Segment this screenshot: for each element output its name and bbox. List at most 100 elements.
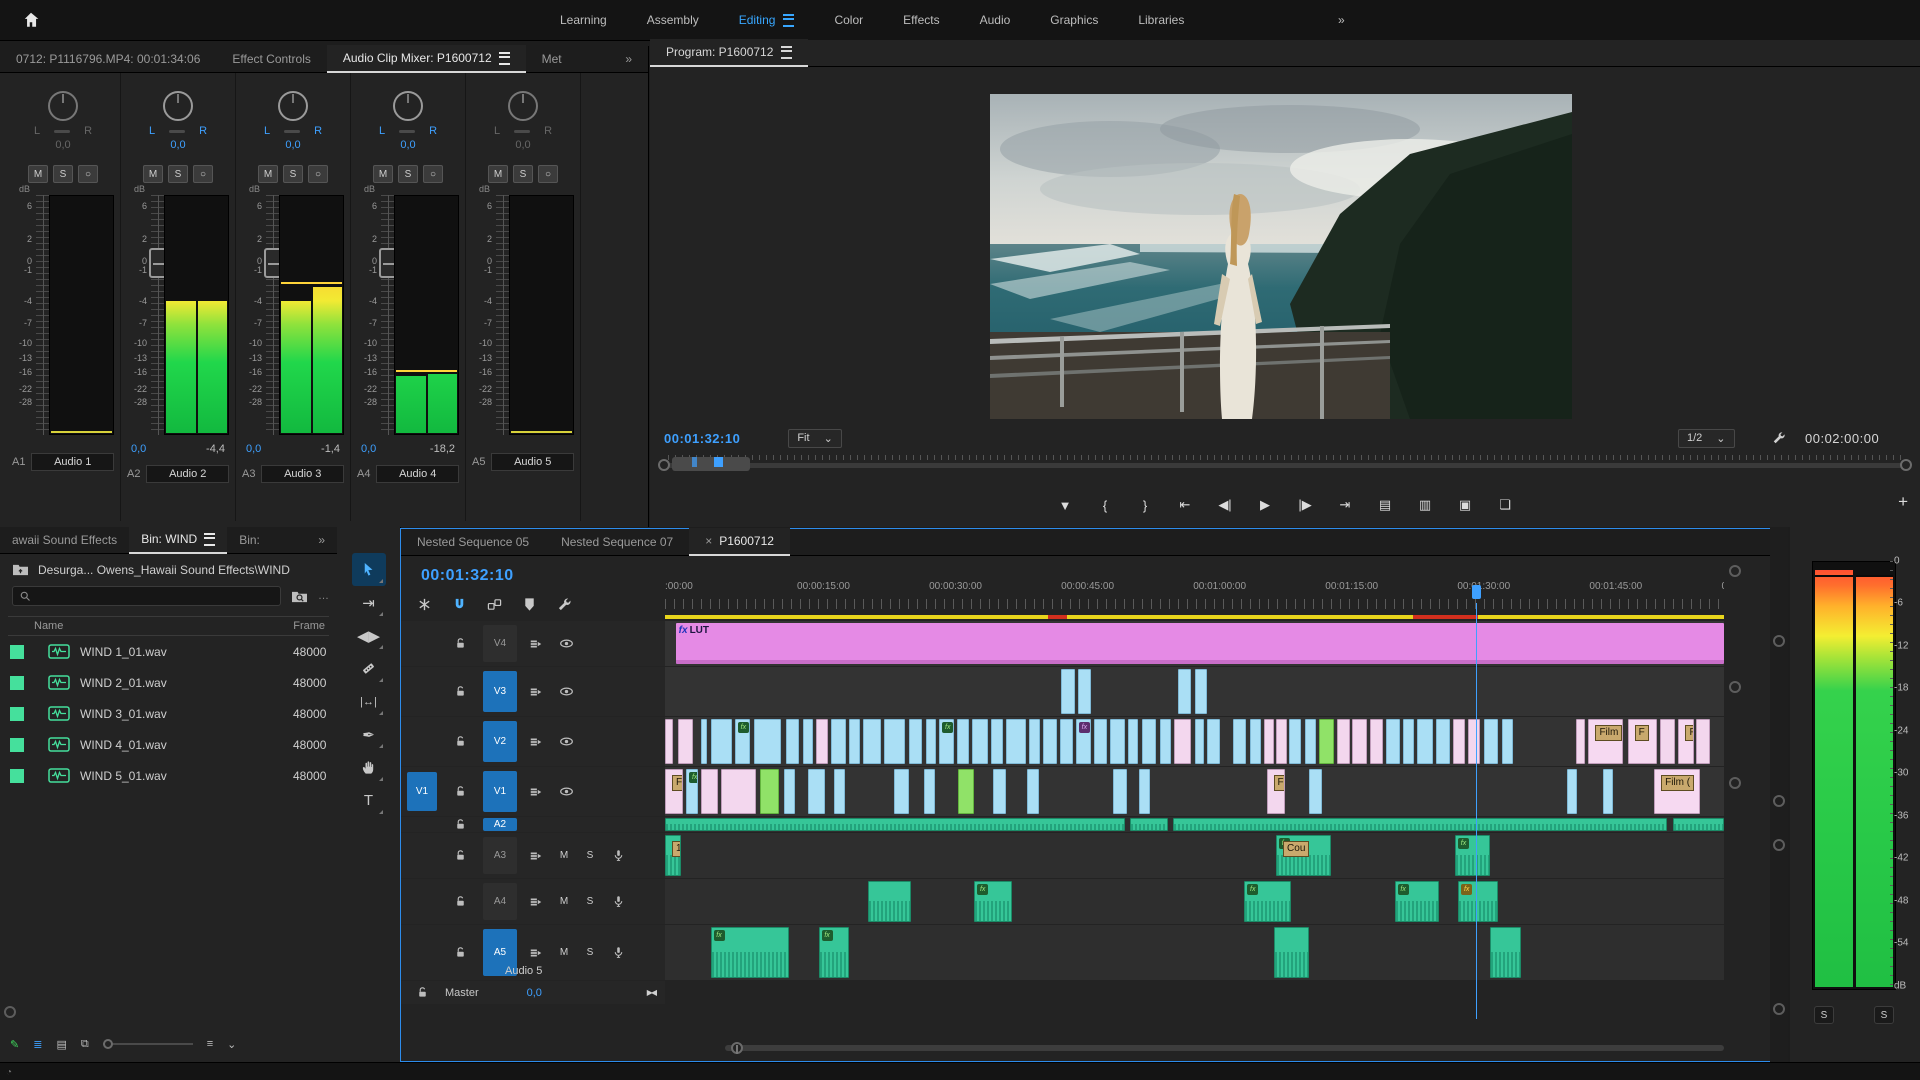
label-color-chip[interactable] <box>10 737 24 752</box>
timeline-clip[interactable] <box>1673 818 1724 831</box>
label-color-chip[interactable] <box>10 706 24 721</box>
write-keyframes-button[interactable]: ○ <box>423 165 443 183</box>
vscroll-knob[interactable] <box>1773 795 1785 807</box>
timeline-clip[interactable]: fx <box>939 719 955 764</box>
timeline-clip[interactable] <box>868 881 911 922</box>
vscroll-knob[interactable] <box>1773 1003 1785 1015</box>
timeline-clip[interactable] <box>1194 719 1205 764</box>
track-target-V3[interactable]: V3 <box>483 670 517 713</box>
timeline-clip[interactable] <box>831 719 847 764</box>
solo-button[interactable]: S <box>283 165 303 183</box>
workspace-tab-learning[interactable]: Learning <box>560 13 607 27</box>
sync-lock-icon[interactable] <box>525 785 547 799</box>
track-lock-icon[interactable] <box>445 946 475 959</box>
comparison-view-button[interactable]: ❏ <box>1497 497 1513 513</box>
timeline-clip[interactable] <box>1173 818 1667 831</box>
close-icon[interactable]: × <box>705 534 712 548</box>
vertical-scrollbar[interactable] <box>1770 527 1788 1062</box>
track-target-V2[interactable]: V2 <box>483 720 517 763</box>
timeline-clip[interactable] <box>701 719 708 764</box>
scrub-right-handle[interactable] <box>1900 459 1912 471</box>
fader-track[interactable] <box>379 195 399 435</box>
mixer-tab[interactable]: Effect Controls <box>216 46 326 72</box>
add-panel-button[interactable]: + <box>1898 492 1908 512</box>
timeline-clip[interactable]: F <box>1678 719 1695 764</box>
timeline-clip[interactable] <box>710 719 732 764</box>
chevron-down-icon[interactable]: ⌄ <box>227 1038 236 1051</box>
panel-menu-icon[interactable] <box>781 45 793 59</box>
monitor-settings-wrench-icon[interactable] <box>1772 431 1786 445</box>
timeline-clip[interactable] <box>1112 769 1127 814</box>
panel-overflow-button[interactable]: » <box>609 46 648 72</box>
mixer-tab[interactable]: Audio Clip Mixer: P1600712 <box>326 45 526 73</box>
timeline-clip[interactable] <box>665 719 674 764</box>
track-content-V3[interactable] <box>665 667 1724 716</box>
mixer-tab[interactable]: Met <box>526 46 578 72</box>
pan-knob[interactable] <box>393 91 423 121</box>
hscroll-knob[interactable] <box>731 1042 743 1054</box>
timeline-clip[interactable] <box>1435 719 1450 764</box>
timeline-clip[interactable] <box>1276 719 1287 764</box>
master-volume-value[interactable]: 0,0 <box>527 987 542 999</box>
track-content-V1[interactable]: Filfx F Film ( <box>665 767 1724 816</box>
project-tab[interactable]: Bin: WIND <box>129 526 228 554</box>
timeline-clip[interactable] <box>1337 719 1351 764</box>
lift-button[interactable]: ▤ <box>1377 497 1393 513</box>
timeline-clip[interactable] <box>1319 719 1335 764</box>
timeline-clip[interactable]: 1 <box>665 835 681 876</box>
mute-track-button[interactable]: M <box>555 945 573 960</box>
playback-resolution-select[interactable]: 1/2 ⌄ <box>1678 428 1735 448</box>
list-item[interactable]: WIND 5_01.wav 48000 <box>0 760 337 791</box>
timeline-scroll-circle[interactable] <box>1729 681 1741 693</box>
column-frame-rate[interactable]: Frame <box>293 620 325 632</box>
timeline-tab[interactable]: × P1600712 <box>689 528 790 556</box>
track-content-A5[interactable]: fx fx <box>665 925 1724 980</box>
more-options-icon[interactable]: … <box>318 590 329 602</box>
step-back-button[interactable]: ◀| <box>1217 497 1233 513</box>
timeline-clip[interactable]: fx <box>734 719 750 764</box>
timeline-settings-button[interactable] <box>557 597 572 612</box>
timeline-tab[interactable]: Nested Sequence 07 <box>545 529 689 555</box>
timeline-clip[interactable] <box>1109 719 1125 764</box>
slip-tool[interactable]: |↔| <box>352 685 386 718</box>
voiceover-record-mic-icon[interactable] <box>607 849 629 862</box>
project-list-header[interactable]: Name Frame <box>8 616 329 636</box>
toggle-track-output-eye-icon[interactable] <box>555 636 577 651</box>
track-target-A4[interactable]: A4 <box>483 882 517 921</box>
vscroll-knob[interactable] <box>1773 635 1785 647</box>
track-name[interactable]: Audio 1 <box>31 453 114 471</box>
solo-track-button[interactable]: S <box>581 894 599 909</box>
timeline-clip[interactable] <box>1273 927 1309 978</box>
timeline-clip[interactable] <box>1194 669 1208 714</box>
search-bins-icon[interactable] <box>291 589 308 604</box>
solo-button[interactable]: S <box>53 165 73 183</box>
solo-track-button[interactable]: S <box>581 848 599 863</box>
sync-lock-icon[interactable] <box>525 637 547 651</box>
sync-lock-icon[interactable] <box>525 895 547 909</box>
timeline-tab[interactable]: Nested Sequence 05 <box>401 529 545 555</box>
timeline-clip[interactable] <box>1304 719 1317 764</box>
nest-toggle[interactable] <box>417 597 432 612</box>
timeline-clip[interactable] <box>1452 719 1465 764</box>
timeline-clip[interactable]: fx LUT <box>675 623 1724 664</box>
toggle-track-output-eye-icon[interactable] <box>555 784 577 799</box>
pan-knob[interactable] <box>278 91 308 121</box>
timeline-clip[interactable] <box>802 719 814 764</box>
timeline-clip[interactable]: F <box>1266 769 1285 814</box>
track-header-A3[interactable]: A3 M S <box>401 833 665 878</box>
timeline-clip[interactable] <box>958 769 975 814</box>
list-item[interactable]: WIND 2_01.wav 48000 <box>0 667 337 698</box>
column-name[interactable]: Name <box>34 620 63 632</box>
pan-slider[interactable] <box>54 129 71 133</box>
go-to-out-button[interactable]: ⇥ <box>1337 497 1353 513</box>
timeline-clip[interactable] <box>1060 719 1073 764</box>
workspace-tab-editing[interactable]: Editing <box>739 13 795 27</box>
timeline-clip[interactable] <box>1467 719 1481 764</box>
play-stop-button[interactable]: ▶ <box>1257 497 1273 513</box>
home-button[interactable] <box>16 5 46 35</box>
write-keyframes-button[interactable]: ○ <box>538 165 558 183</box>
mixer-tab[interactable]: 0712: P1116796.MP4: 00:01:34:06 <box>0 46 216 72</box>
workspace-tab-libraries[interactable]: Libraries <box>1138 13 1184 27</box>
pan-knob[interactable] <box>508 91 538 121</box>
extract-button[interactable]: ▥ <box>1417 497 1433 513</box>
